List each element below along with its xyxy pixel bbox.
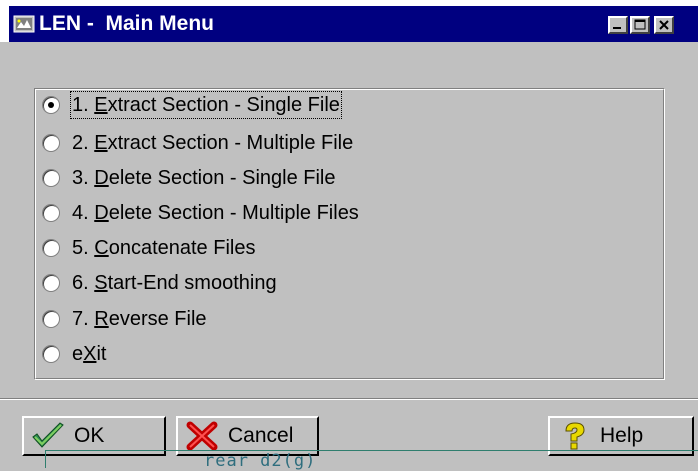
option-label: eXit: [72, 343, 107, 365]
option-reverse[interactable]: 7. Reverse File: [42, 304, 207, 334]
option-label: 6. Start-End smoothing: [72, 272, 277, 294]
radio-button[interactable]: [42, 169, 60, 187]
close-icon: [659, 20, 669, 30]
title-bar-strip[interactable]: LEN - Main Menu: [9, 6, 698, 42]
radio-button[interactable]: [42, 204, 60, 222]
option-delete-multiple[interactable]: 4. Delete Section - Multiple Files: [42, 198, 359, 228]
maximize-icon: [634, 19, 646, 30]
help-label: Help: [600, 424, 644, 447]
option-label: 7. Reverse File: [72, 308, 207, 330]
option-label: 5. Concatenate Files: [72, 237, 256, 259]
option-label: 3. Delete Section - Single File: [72, 167, 336, 189]
close-button[interactable]: [654, 16, 674, 34]
minimize-button[interactable]: [608, 16, 628, 34]
ok-label: OK: [74, 424, 105, 447]
option-concatenate[interactable]: 5. Concatenate Files: [42, 233, 255, 263]
overlay-vline: [45, 450, 46, 468]
question-icon: [565, 422, 585, 450]
window-title: LEN - Main Menu: [39, 12, 214, 35]
x-icon: [186, 421, 218, 451]
option-label: 1. Extract Section - Single File: [70, 91, 342, 119]
cancel-label: Cancel: [228, 424, 294, 447]
radio-button[interactable]: [42, 345, 60, 363]
app-icon[interactable]: [13, 14, 35, 34]
minimize-icon: [613, 27, 621, 29]
divider-highlight: [0, 399, 698, 400]
radio-button[interactable]: [42, 96, 60, 114]
option-delete-single[interactable]: 3. Delete Section - Single File: [42, 163, 336, 193]
option-extract-multiple[interactable]: 2. Extract Section - Multiple File: [42, 128, 353, 158]
radio-button[interactable]: [42, 274, 60, 292]
option-exit[interactable]: eXit: [42, 339, 106, 369]
option-extract-single[interactable]: 1. Extract Section - Single File: [42, 90, 342, 120]
overlay-text: rear d2(g): [204, 451, 317, 471]
option-label: 2. Extract Section - Multiple File: [72, 132, 354, 154]
radio-button[interactable]: [42, 239, 60, 257]
radio-button[interactable]: [42, 134, 60, 152]
option-smoothing[interactable]: 6. Start-End smoothing: [42, 268, 277, 298]
overlay-line: [45, 450, 698, 451]
maximize-button[interactable]: [630, 16, 650, 34]
checkmark-icon: [32, 422, 64, 448]
title-bar: LEN - Main Menu: [0, 0, 698, 42]
option-label: 4. Delete Section - Multiple Files: [72, 202, 359, 224]
radio-button[interactable]: [42, 310, 60, 328]
